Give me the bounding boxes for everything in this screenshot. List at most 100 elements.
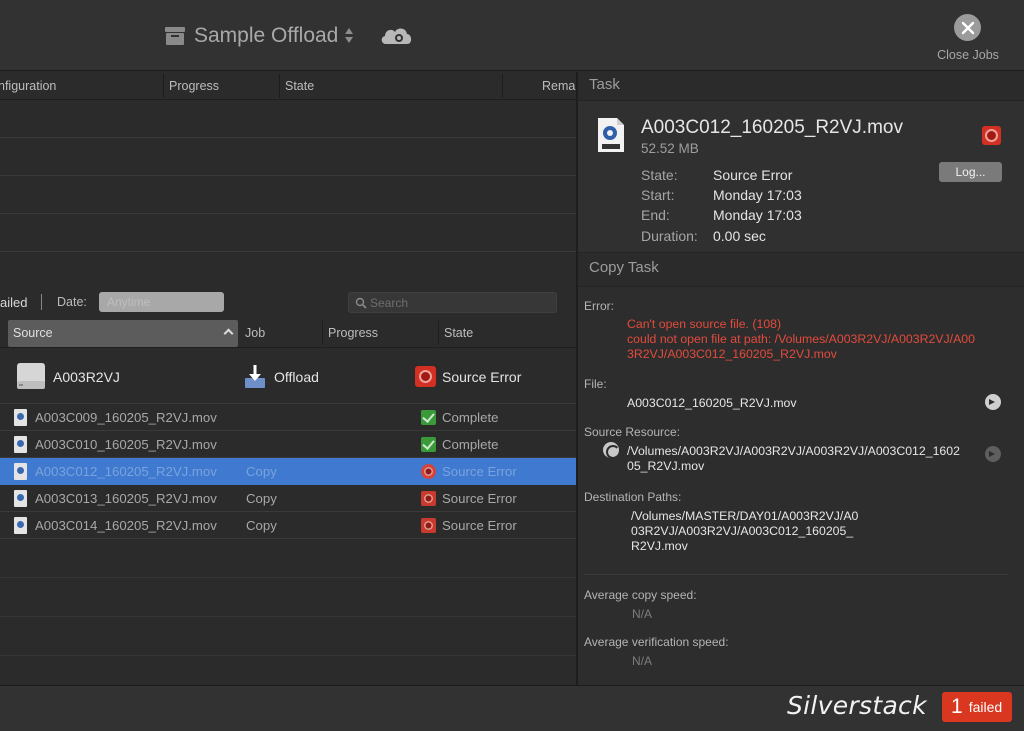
complete-icon xyxy=(421,437,436,452)
source-resource-icon xyxy=(603,442,620,459)
close-icon xyxy=(961,21,974,34)
task-file-name: A003C012_160205_R2VJ.mov xyxy=(641,117,903,138)
error-icon xyxy=(421,518,436,533)
task-section-title: Task xyxy=(589,76,620,93)
cloud-settings-icon[interactable] xyxy=(378,22,416,50)
error-line: 3R2VJ/A003C012_160205_R2VJ.mov xyxy=(627,347,837,361)
task-info: A003C012_160205_R2VJ.mov 52.52 MB Log...… xyxy=(578,100,1024,253)
destination-line: /Volumes/MASTER/DAY01/A003R2VJ/A0 xyxy=(631,509,859,523)
task-row[interactable]: A003C013_160205_R2VJ.mov Copy Source Err… xyxy=(0,485,576,512)
up-down-arrows-icon[interactable] xyxy=(345,27,354,45)
reveal-source-arrow-icon[interactable] xyxy=(985,446,1001,462)
column-state[interactable]: State xyxy=(285,79,314,93)
column-state[interactable]: State xyxy=(444,326,473,340)
file-label: File: xyxy=(584,377,607,391)
silverstack-logo: Silverstack xyxy=(787,691,927,720)
file-value: A003C012_160205_R2VJ.mov xyxy=(627,396,797,410)
source-resource-line: /Volumes/A003R2VJ/A003R2VJ/A003R2VJ/A003… xyxy=(627,444,960,458)
quicktime-file-icon xyxy=(14,490,27,507)
complete-icon xyxy=(421,410,436,425)
state-label: State: xyxy=(641,167,678,183)
search-icon xyxy=(355,297,367,309)
quicktime-file-icon xyxy=(14,409,27,426)
quicktime-file-icon xyxy=(14,463,27,480)
failed-badge[interactable]: 1 failed xyxy=(942,692,1012,722)
task-name: A003C014_160205_R2VJ.mov xyxy=(35,518,217,533)
avg-copy-speed-value: N/A xyxy=(632,607,653,621)
project-name[interactable]: Sample Offload xyxy=(194,24,338,48)
task-detail-panel: Task A003C012_160205_R2VJ.mov 52.52 MB L… xyxy=(578,72,1024,685)
task-name: A003C013_160205_R2VJ.mov xyxy=(35,491,217,506)
source-resource-label: Source Resource: xyxy=(584,425,681,439)
error-message: Can't open source file. (108) could not … xyxy=(627,317,1012,362)
column-source-label: Source xyxy=(13,326,53,340)
task-state: Complete xyxy=(442,410,499,425)
error-icon xyxy=(421,464,436,479)
archive-icon xyxy=(165,27,185,45)
column-configuration[interactable]: nfiguration xyxy=(0,79,56,93)
task-state: Complete xyxy=(442,437,499,452)
end-value: Monday 17:03 xyxy=(713,207,802,223)
offload-icon xyxy=(245,365,265,388)
duration-value: 0.00 sec xyxy=(713,228,766,244)
task-state: Source Error xyxy=(442,491,517,506)
error-icon xyxy=(421,491,436,506)
quicktime-file-icon xyxy=(14,517,27,534)
task-job: Copy xyxy=(246,491,277,506)
task-row[interactable]: A003C009_160205_R2VJ.mov Complete xyxy=(0,404,576,431)
error-label: Error: xyxy=(584,299,614,313)
close-jobs-button[interactable] xyxy=(954,14,981,41)
search-input[interactable] xyxy=(370,295,550,311)
column-job[interactable]: Job xyxy=(245,326,265,340)
tasks-table-header: Source Job Progress State xyxy=(0,318,576,348)
status-bar: Silverstack 1 failed xyxy=(0,685,1024,731)
destination-line: R2VJ.mov xyxy=(631,539,688,553)
date-filter-field[interactable]: Anytime xyxy=(99,292,224,312)
search-field[interactable] xyxy=(348,292,557,313)
destination-paths-label: Destination Paths: xyxy=(584,490,682,504)
log-button[interactable]: Log... xyxy=(939,162,1002,182)
error-line: Can't open source file. (108) xyxy=(627,317,782,331)
destination-line: 03R2VJ/A003R2VJ/A003C012_160205_ xyxy=(631,524,854,538)
column-remaining[interactable]: Rema xyxy=(542,79,575,93)
task-job: Copy xyxy=(246,518,277,533)
avg-verification-speed-value: N/A xyxy=(632,654,653,668)
filter-bar: ailed Date: Anytime xyxy=(0,287,576,317)
volume-group-row[interactable]: A003R2VJ Offload Source Error xyxy=(0,349,576,404)
toolbar: Sample Offload Close Jobs xyxy=(0,0,1024,71)
column-source[interactable]: Source xyxy=(8,320,238,347)
destination-paths-value: /Volumes/MASTER/DAY01/A003R2VJ/A0 03R2VJ… xyxy=(631,509,1011,554)
copy-task-details: Error: Can't open source file. (108) cou… xyxy=(578,286,1024,685)
end-label: End: xyxy=(641,207,670,223)
jobs-table: nfiguration Progress State Rema xyxy=(0,72,576,286)
quicktime-file-icon xyxy=(14,436,27,453)
error-line: could not open file at path: /Volumes/A0… xyxy=(627,332,975,346)
jobs-table-header: nfiguration Progress State Rema xyxy=(0,72,576,100)
duration-label: Duration: xyxy=(641,228,698,244)
tasks-table: A003R2VJ Offload Source Error A003C009_1… xyxy=(0,349,576,685)
volume-state: Source Error xyxy=(442,369,522,385)
volume-name: A003R2VJ xyxy=(53,369,120,385)
task-name: A003C010_160205_R2VJ.mov xyxy=(35,437,217,452)
reveal-file-arrow-icon[interactable] xyxy=(985,394,1001,410)
state-value: Source Error xyxy=(713,167,793,183)
failed-count: 1 xyxy=(951,695,963,718)
task-state: Source Error xyxy=(442,518,517,533)
task-row[interactable]: A003C014_160205_R2VJ.mov Copy Source Err… xyxy=(0,512,576,539)
task-name: A003C009_160205_R2VJ.mov xyxy=(35,410,217,425)
task-name: A003C012_160205_R2VJ.mov xyxy=(35,464,217,479)
sort-ascending-icon xyxy=(223,328,234,339)
drive-icon xyxy=(17,363,45,389)
column-progress[interactable]: Progress xyxy=(328,326,378,340)
avg-verification-speed-label: Average verification speed: xyxy=(584,635,729,649)
task-row-selected[interactable]: A003C012_160205_R2VJ.mov Copy Source Err… xyxy=(0,458,576,485)
close-jobs-label[interactable]: Close Jobs xyxy=(926,48,1010,62)
failed-filter[interactable]: ailed xyxy=(0,295,27,310)
start-label: Start: xyxy=(641,187,675,203)
project-selector[interactable]: Sample Offload xyxy=(165,22,354,50)
task-row[interactable]: A003C010_160205_R2VJ.mov Complete xyxy=(0,431,576,458)
start-value: Monday 17:03 xyxy=(713,187,802,203)
column-progress[interactable]: Progress xyxy=(169,79,219,93)
error-icon xyxy=(982,126,1001,145)
volume-job: Offload xyxy=(274,369,319,385)
